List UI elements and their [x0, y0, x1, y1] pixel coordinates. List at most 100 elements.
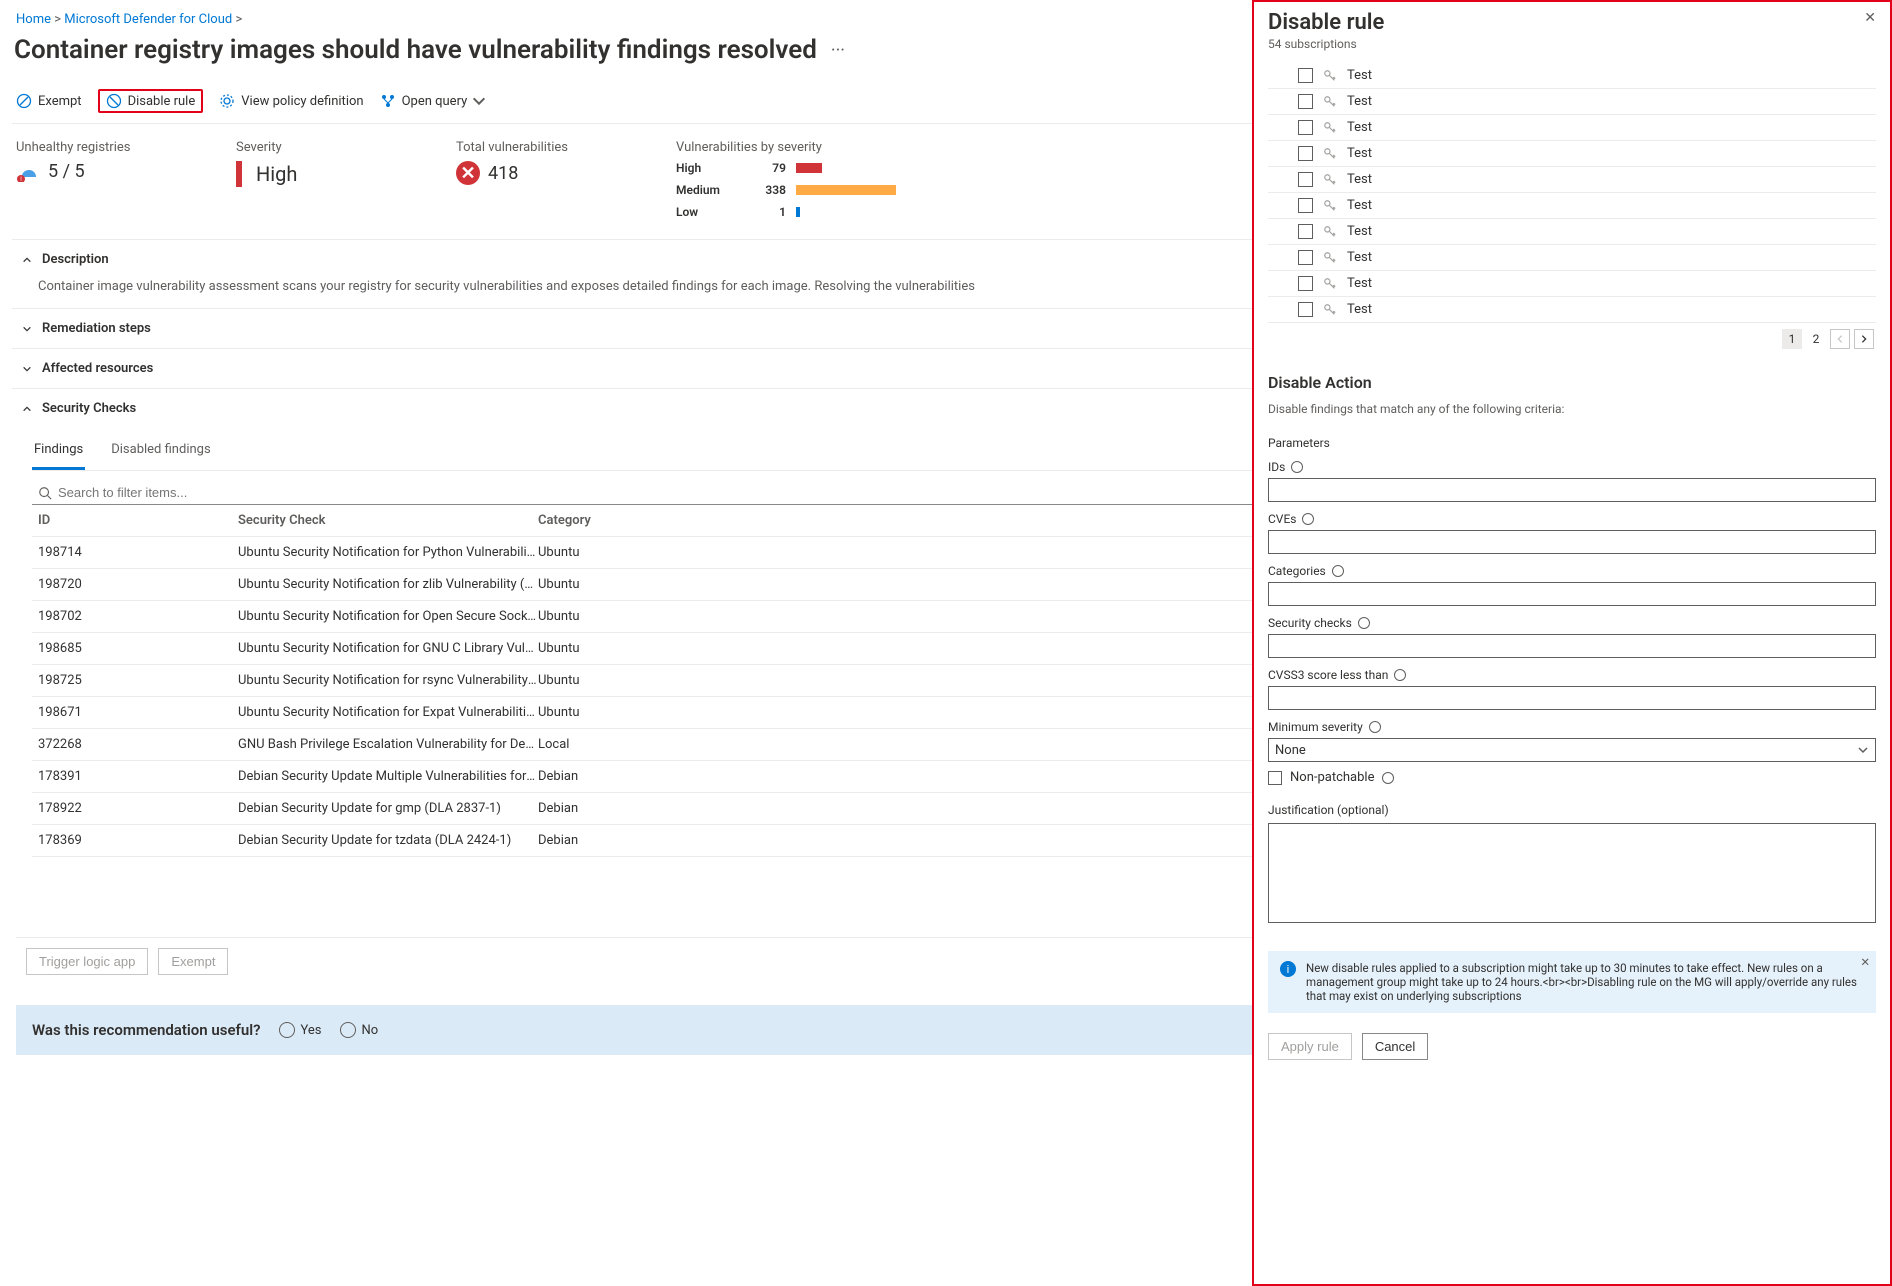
cell-id: 198714	[38, 545, 238, 560]
info-icon[interactable]	[1332, 565, 1344, 577]
subscription-row[interactable]: Test	[1268, 219, 1876, 245]
info-box: i New disable rules applied to a subscri…	[1268, 951, 1876, 1013]
disable-action-description: Disable findings that match any of the f…	[1268, 402, 1876, 416]
info-dismiss-button[interactable]: ✕	[1860, 955, 1870, 969]
subscription-name: Test	[1347, 250, 1372, 265]
query-icon	[380, 93, 396, 109]
cves-input[interactable]	[1268, 530, 1876, 554]
cancel-button[interactable]: Cancel	[1362, 1033, 1428, 1060]
key-icon	[1323, 95, 1337, 109]
exempt-bottom-button[interactable]: Exempt	[158, 948, 228, 975]
pager: 1 2	[1268, 323, 1876, 355]
trigger-logic-app-button[interactable]: Trigger logic app	[26, 948, 148, 975]
subscriptions-list: Test Test Test Test Test Test Test Test …	[1268, 63, 1876, 323]
key-icon	[1323, 225, 1337, 239]
subscription-row[interactable]: Test	[1268, 141, 1876, 167]
cell-security-check: GNU Bash Privilege Escalation Vulnerabil…	[238, 737, 538, 752]
panel-close-button[interactable]: ✕	[1864, 10, 1876, 26]
info-icon[interactable]	[1358, 617, 1370, 629]
subscription-checkbox[interactable]	[1298, 198, 1313, 213]
subscription-checkbox[interactable]	[1298, 250, 1313, 265]
subscription-checkbox[interactable]	[1298, 172, 1313, 187]
security-checks-label: Security checks	[1268, 616, 1876, 630]
key-icon	[1323, 199, 1337, 213]
page-2[interactable]: 2	[1806, 329, 1826, 349]
subscription-row[interactable]: Test	[1268, 271, 1876, 297]
cvss-input[interactable]	[1268, 686, 1876, 710]
cell-security-check: Debian Security Update for gmp (DLA 2837…	[238, 801, 538, 816]
tab-findings[interactable]: Findings	[32, 434, 85, 470]
key-icon	[1323, 121, 1337, 135]
subscription-checkbox[interactable]	[1298, 224, 1313, 239]
more-actions-button[interactable]: ···	[831, 40, 845, 61]
subscription-row[interactable]: Test	[1268, 89, 1876, 115]
col-security-check[interactable]: Security Check	[238, 513, 538, 528]
security-checks-heading: Security Checks	[42, 401, 136, 416]
total-card: Total vulnerabilities ✕ 418	[456, 140, 596, 219]
disable-rule-button[interactable]: Disable rule	[98, 89, 204, 113]
subscription-checkbox[interactable]	[1298, 276, 1313, 291]
subscription-row[interactable]: Test	[1268, 63, 1876, 89]
tab-disabled-findings[interactable]: Disabled findings	[109, 434, 212, 470]
justification-textarea[interactable]	[1268, 823, 1876, 923]
breadcrumb-home[interactable]: Home	[16, 12, 51, 27]
sev-medium-bar	[796, 185, 896, 195]
subscription-row[interactable]: Test	[1268, 115, 1876, 141]
chevron-up-icon	[22, 404, 32, 414]
page-next[interactable]	[1854, 329, 1874, 349]
subscription-row[interactable]: Test	[1268, 297, 1876, 323]
subscription-row[interactable]: Test	[1268, 167, 1876, 193]
cell-id: 198702	[38, 609, 238, 624]
key-icon	[1323, 251, 1337, 265]
cell-id: 178391	[38, 769, 238, 784]
info-icon[interactable]	[1291, 461, 1303, 473]
col-category[interactable]: Category	[538, 513, 678, 528]
categories-input[interactable]	[1268, 582, 1876, 606]
page-1[interactable]: 1	[1782, 329, 1802, 349]
subscription-checkbox[interactable]	[1298, 146, 1313, 161]
info-icon[interactable]	[1394, 669, 1406, 681]
minsev-select[interactable]: None	[1268, 738, 1876, 762]
registry-icon: !	[16, 162, 40, 182]
subscription-name: Test	[1347, 276, 1372, 291]
open-query-button[interactable]: Open query	[380, 93, 494, 109]
disable-action-heading: Disable Action	[1268, 373, 1876, 392]
non-patchable-checkbox[interactable]	[1268, 771, 1282, 785]
minsev-label: Minimum severity	[1268, 720, 1876, 734]
chevron-down-icon	[1857, 744, 1869, 756]
panel-subtitle: 54 subscriptions	[1268, 37, 1384, 51]
subscription-checkbox[interactable]	[1298, 94, 1313, 109]
subscription-row[interactable]: Test	[1268, 245, 1876, 271]
key-icon	[1323, 173, 1337, 187]
chevron-down-icon	[22, 324, 32, 334]
feedback-no[interactable]: No	[340, 1022, 379, 1038]
col-id[interactable]: ID	[38, 513, 238, 528]
parameters-heading: Parameters	[1268, 436, 1876, 450]
view-policy-button[interactable]: View policy definition	[219, 93, 363, 109]
parameters-form: Parameters IDs CVEs Categories Security …	[1268, 430, 1876, 927]
subscription-row[interactable]: Test	[1268, 193, 1876, 219]
breadcrumb-defender[interactable]: Microsoft Defender for Cloud	[64, 12, 232, 27]
cell-security-check: Ubuntu Security Notification for Open Se…	[238, 609, 538, 624]
total-value: 418	[488, 163, 518, 184]
info-icon[interactable]	[1382, 772, 1394, 784]
unhealthy-label: Unhealthy registries	[16, 140, 156, 155]
key-icon	[1323, 303, 1337, 317]
subscription-checkbox[interactable]	[1298, 120, 1313, 135]
cell-id: 198725	[38, 673, 238, 688]
policy-icon	[219, 93, 235, 109]
security-checks-input[interactable]	[1268, 634, 1876, 658]
cves-label: CVEs	[1268, 512, 1876, 526]
info-icon[interactable]	[1369, 721, 1381, 733]
feedback-yes[interactable]: Yes	[279, 1022, 322, 1038]
exempt-label: Exempt	[38, 94, 82, 109]
subscription-checkbox[interactable]	[1298, 68, 1313, 83]
ids-input[interactable]	[1268, 478, 1876, 502]
cell-security-check: Ubuntu Security Notification for Python …	[238, 545, 538, 560]
apply-rule-button[interactable]: Apply rule	[1268, 1033, 1352, 1060]
exempt-button[interactable]: Exempt	[16, 93, 82, 109]
subscription-checkbox[interactable]	[1298, 302, 1313, 317]
page-prev[interactable]	[1830, 329, 1850, 349]
info-icon[interactable]	[1302, 513, 1314, 525]
cell-category: Ubuntu	[538, 705, 678, 720]
